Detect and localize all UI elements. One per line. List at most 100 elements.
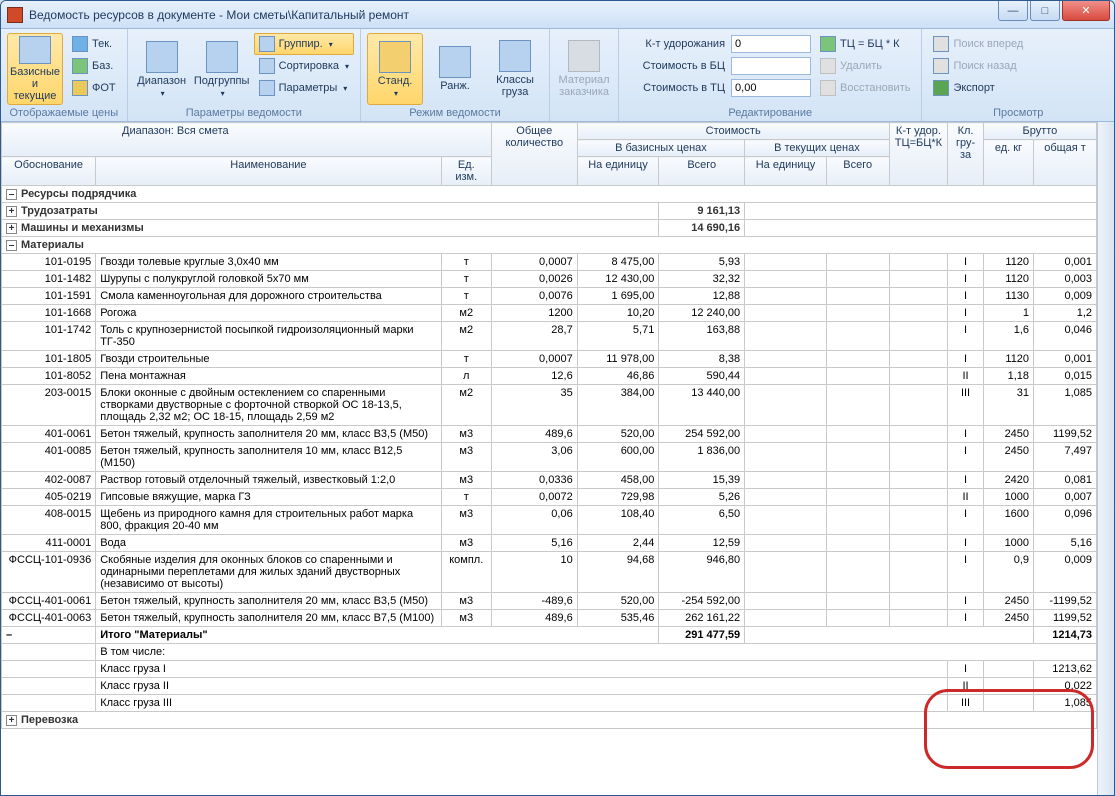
basic-current-button[interactable]: Базисные и текущие [7,33,63,105]
table-row[interactable]: ФССЦ-101-0936Скобяные изделия для оконны… [2,552,1097,593]
grid[interactable]: Диапазон: Вся смета Общее количество Сто… [1,122,1097,795]
cost-tc-label: Стоимость в ТЦ [625,82,725,94]
group-label: Режим ведомости [367,105,543,119]
table-row[interactable]: 203-0015Блоки оконные с двойным остеклен… [2,385,1097,426]
col-ed[interactable]: Ед. изм. [441,157,491,186]
kt-label: К-т удорожания [625,38,725,50]
group-label: Параметры ведомости [134,105,354,119]
kt-input[interactable] [731,35,811,53]
classes-icon [499,40,531,72]
col-cpt[interactable]: Всего [826,157,889,186]
table-row[interactable]: Класс груза II1213,62 [2,661,1097,678]
label: Базисные и текущие [10,66,60,102]
group-label [556,105,612,119]
table-row[interactable]: 101-8052Пена монтажнаял12,646,86590,44II… [2,368,1097,385]
standard-button[interactable]: Станд.▾ [367,33,423,105]
baz-button[interactable]: Баз. [67,55,121,77]
range-value: Вся смета [177,125,229,137]
table-row[interactable]: –Материалы [2,237,1097,254]
group-icon [259,36,275,52]
table-row[interactable]: +Трудозатраты9 161,13 [2,203,1097,220]
subgroups-icon [206,41,238,73]
customer-material-button[interactable]: Материал заказчика [556,33,612,105]
tek-button[interactable]: Тек. [67,33,121,55]
col-cpu[interactable]: На единицу [745,157,827,186]
col-obo[interactable]: Обоснование [2,157,96,186]
table-row[interactable]: Класс груза IIIIII1,085 [2,695,1097,712]
table-row[interactable]: 401-0085Бетон тяжелый, крупность заполни… [2,443,1097,472]
table-row[interactable]: 411-0001Водам35,162,4412,59I10005,16 [2,535,1097,552]
find-forward-button[interactable]: Поиск вперед [928,33,1028,55]
col-bpt[interactable]: Всего [659,157,745,186]
delete-button[interactable]: Удалить [815,55,915,77]
price-icon [72,36,88,52]
find-back-button[interactable]: Поиск назад [928,55,1028,77]
search-icon [933,58,949,74]
table-row[interactable]: В том числе: [2,644,1097,661]
sort-icon [259,58,275,74]
search-icon [933,36,949,52]
excel-icon [933,80,949,96]
vertical-scrollbar[interactable] [1097,122,1114,795]
params-button[interactable]: Параметры▾ [254,77,354,99]
table-row[interactable]: 101-0195Гвозди толевые круглые 3,0х40 мм… [2,254,1097,271]
col-bpu[interactable]: На единицу [577,157,659,186]
expand-icon[interactable]: + [6,206,17,217]
table-row[interactable]: Класс груза IIII0,022 [2,678,1097,695]
group-button[interactable]: Группир.▾ [254,33,354,55]
table-row[interactable]: –Итого "Материалы"291 477,591214,73 [2,627,1097,644]
col-cost: Стоимость [577,123,889,140]
cost-tc-input[interactable] [731,79,811,97]
col-bkg[interactable]: ед. кг [983,140,1033,186]
cost-bc-label: Стоимость в БЦ [625,60,725,72]
expand-icon[interactable]: + [6,223,17,234]
col-cp: В текущих ценах [745,140,889,157]
minimize-button[interactable]: — [998,1,1028,21]
col-bp: В базисных ценах [577,140,744,157]
formula-icon [820,36,836,52]
fot-button[interactable]: ФОТ [67,77,121,99]
table-row[interactable]: +Машины и механизмы14 690,16 [2,220,1097,237]
table-row[interactable]: 408-0015Щебень из природного камня для с… [2,506,1097,535]
table-row[interactable]: 405-0219Гипсовые вяжущие, марка ГЗт0,007… [2,489,1097,506]
maximize-button[interactable]: □ [1030,1,1060,21]
table-row[interactable]: ФССЦ-401-0063Бетон тяжелый, крупность за… [2,610,1097,627]
cost-bc-input[interactable] [731,57,811,75]
col-kt[interactable]: К-т удор. ТЦ=БЦ*К [889,123,948,186]
price-icon [72,58,88,74]
range-icon [146,41,178,73]
range-button[interactable]: Диапазон▾ [134,33,190,105]
table-row[interactable]: –Ресурсы подрядчика [2,186,1097,203]
col-brutto: Брутто [983,123,1096,140]
expand-icon[interactable]: + [6,715,17,726]
table-row[interactable]: ФССЦ-401-0061Бетон тяжелый, крупность за… [2,593,1097,610]
table-icon [19,36,51,64]
table-row[interactable]: 401-0061Бетон тяжелый, крупность заполни… [2,426,1097,443]
col-name[interactable]: Наименование [96,157,441,186]
table-row[interactable]: 101-1591Смола каменноугольная для дорожн… [2,288,1097,305]
table-row[interactable]: 101-1742Толь с крупнозернистой посыпкой … [2,322,1097,351]
collapse-icon[interactable]: – [6,629,12,641]
table-row[interactable]: 101-1668Рогожам2120010,2012 240,00I11,2 [2,305,1097,322]
restore-button[interactable]: Восстановить [815,77,915,99]
range-label: Диапазон: [122,125,174,137]
cargo-classes-button[interactable]: Классы груза [487,33,543,105]
col-bt[interactable]: общая т [1034,140,1097,186]
close-button[interactable]: ✕ [1062,1,1110,21]
formula-button[interactable]: ТЦ = БЦ * К [815,33,915,55]
table-row[interactable]: +Перевозка [2,712,1097,729]
collapse-icon[interactable]: – [6,189,17,200]
col-qty[interactable]: Общее количество [491,123,577,186]
ribbon: Базисные и текущие Тек. Баз. ФОТ Отображ… [1,29,1114,122]
table-row[interactable]: 101-1482Шурупы с полукруглой головкой 5х… [2,271,1097,288]
window-title: Ведомость ресурсов в документе - Мои сме… [29,8,409,22]
subgroups-button[interactable]: Подгруппы▾ [194,33,250,105]
export-button[interactable]: Экспорт [928,77,1028,99]
table-row[interactable]: 101-1805Гвозди строительныет0,000711 978… [2,351,1097,368]
table-row[interactable]: 402-0087Раствор готовый отделочный тяжел… [2,472,1097,489]
sort-button[interactable]: Сортировка▾ [254,55,354,77]
col-kl[interactable]: Кл. гру-за [948,123,984,186]
rank-icon [439,46,471,78]
rank-button[interactable]: Ранж. [427,33,483,105]
collapse-icon[interactable]: – [6,240,17,251]
